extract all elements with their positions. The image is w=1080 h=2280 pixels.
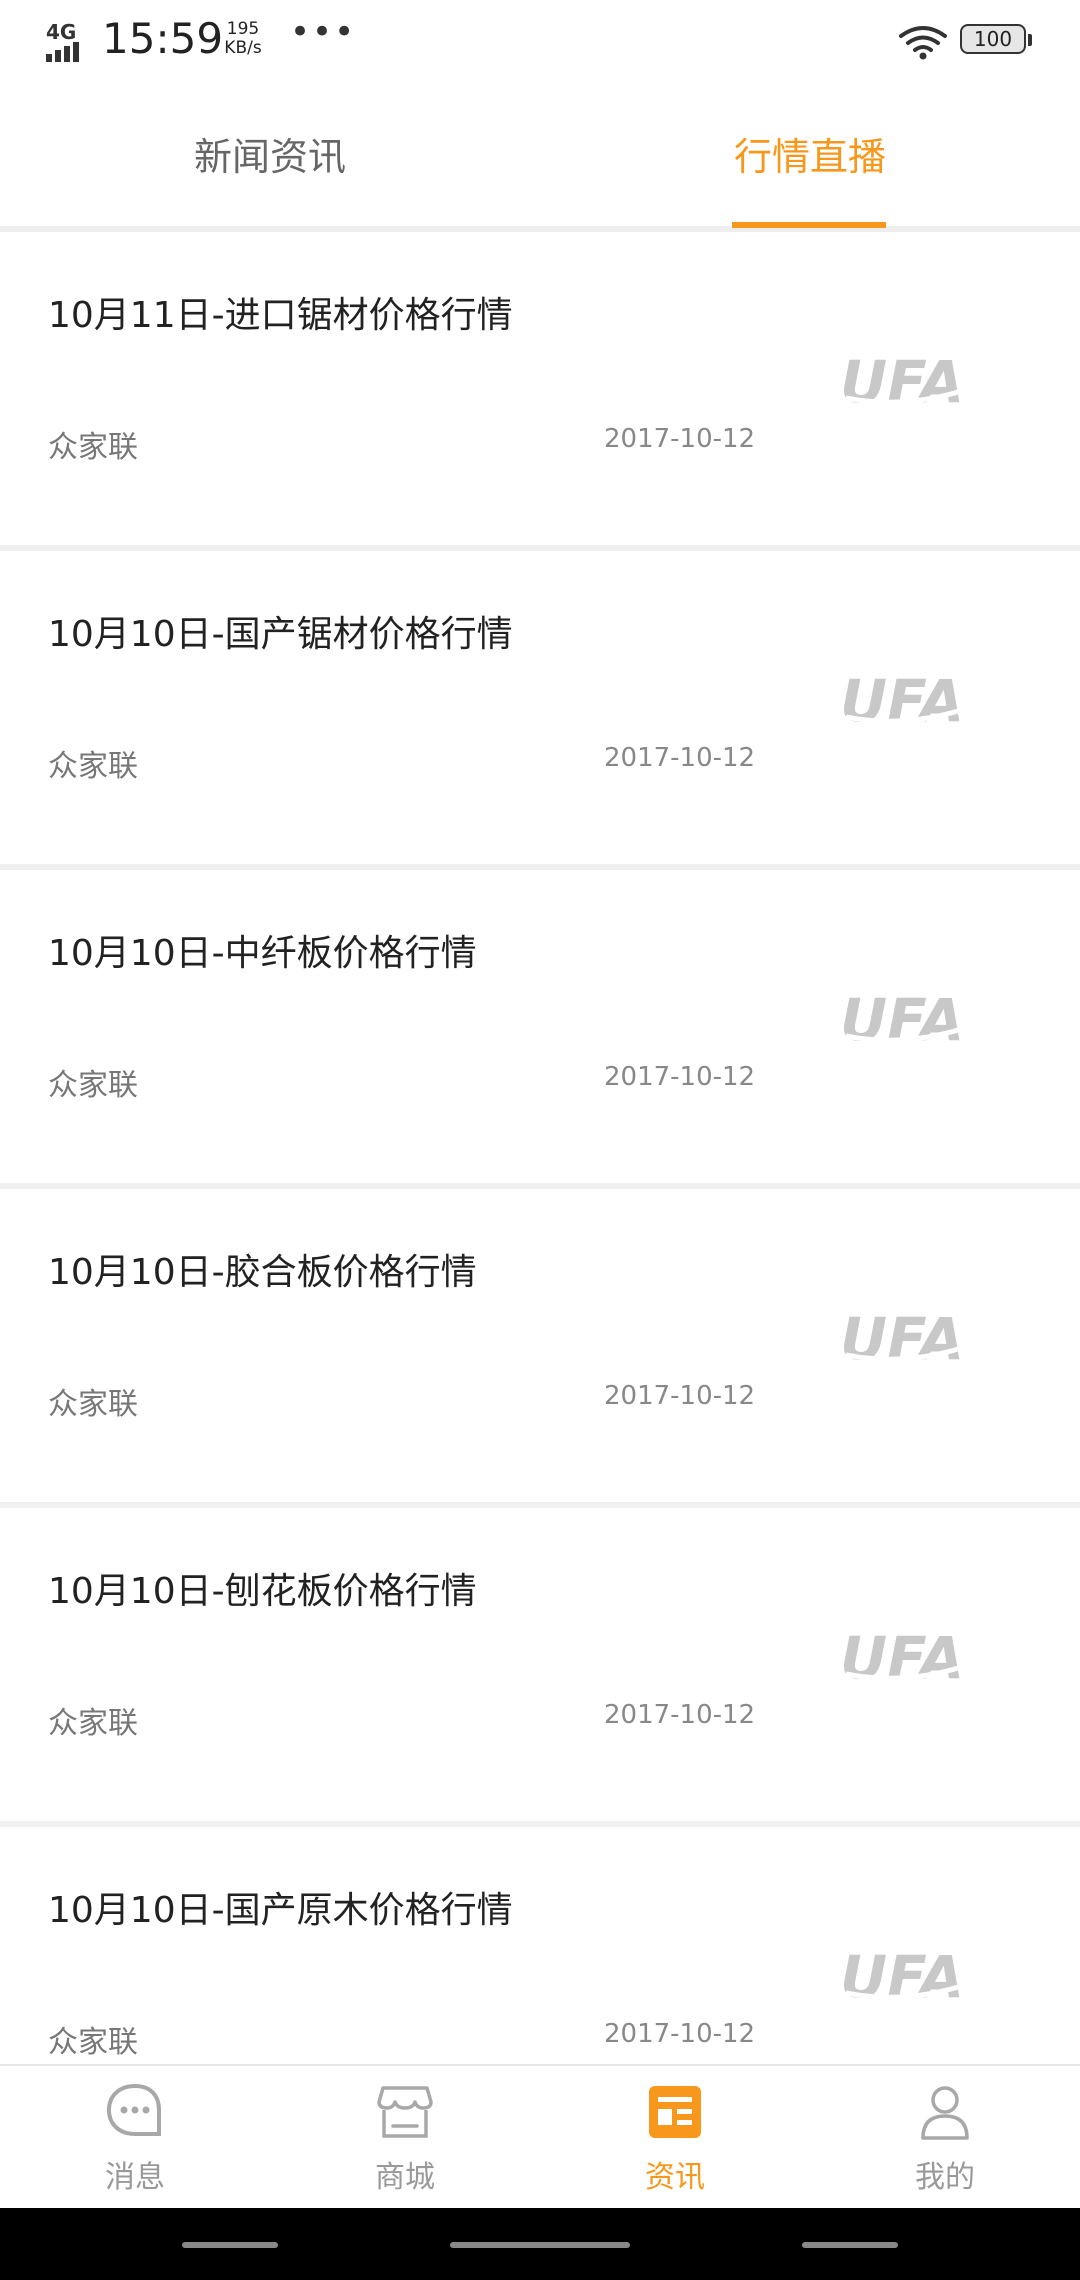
thumb-text: UFA <box>840 669 964 735</box>
item-title: 10月10日-刨花板价格行情 <box>48 1571 477 1612</box>
store-icon <box>377 2086 433 2138</box>
item-date: 2017-10-12 <box>604 1381 756 1411</box>
item-date: 2017-10-12 <box>604 1062 756 1092</box>
gesture-back-handle[interactable] <box>182 2242 278 2248</box>
battery-level: 100 <box>973 27 1013 51</box>
item-date: 2017-10-12 <box>604 424 756 454</box>
news-icon <box>649 2086 701 2138</box>
list-item[interactable]: 10月10日-刨花板价格行情 众家联 2017-10-12 UFA <box>0 1508 1080 1821</box>
ufa-logo-thumbnail: UFA <box>840 1307 993 1373</box>
list-item[interactable]: 10月11日-进口锯材价格行情 众家联 2017-10-12 UFA <box>0 232 1080 545</box>
nav-news[interactable]: 资讯 <box>540 2066 810 2208</box>
system-navigation-bar <box>0 2208 1080 2280</box>
active-tab-indicator <box>732 222 886 228</box>
nav-messages[interactable]: 消息 <box>0 2066 270 2208</box>
item-title: 10月10日-中纤板价格行情 <box>48 933 477 974</box>
item-source: 众家联 <box>48 2025 138 2060</box>
ufa-logo-thumbnail: UFA <box>840 1945 993 2011</box>
thumb-text: UFA <box>840 1945 964 2011</box>
person-icon <box>921 2086 969 2140</box>
item-date: 2017-10-12 <box>604 743 756 773</box>
clock: 15:59 <box>102 14 224 63</box>
ufa-logo-thumbnail: UFA <box>840 350 993 416</box>
ufa-logo-thumbnail: UFA <box>840 1626 993 1692</box>
item-title: 10月10日-国产原木价格行情 <box>48 1890 513 1931</box>
tab-news[interactable]: 新闻资讯 <box>194 126 346 181</box>
nav-label: 消息 <box>105 2160 165 2195</box>
item-date: 2017-10-12 <box>604 1700 756 1730</box>
network-speed-value: 195 <box>226 19 260 39</box>
more-notifications-icon: ••• <box>290 12 357 52</box>
gesture-recents-handle[interactable] <box>802 2242 898 2248</box>
chat-bubble-icon <box>106 2083 161 2136</box>
screen: 4G 15:59 195 KB/s ••• 100 新闻资讯 行情直播 10月1… <box>0 0 1080 2280</box>
item-source: 众家联 <box>48 749 138 784</box>
gesture-home-handle[interactable] <box>450 2242 630 2248</box>
thumb-text: UFA <box>840 988 964 1054</box>
item-title: 10月10日-国产锯材价格行情 <box>48 614 513 655</box>
network-type: 4G <box>46 20 77 44</box>
top-tabs: 新闻资讯 行情直播 <box>0 86 1080 232</box>
item-title: 10月10日-胶合板价格行情 <box>48 1252 477 1293</box>
item-source: 众家联 <box>48 1068 138 1103</box>
thumb-text: UFA <box>840 1307 964 1373</box>
item-source: 众家联 <box>48 430 138 465</box>
list-item[interactable]: 10月10日-国产锯材价格行情 众家联 2017-10-12 UFA <box>0 551 1080 864</box>
thumb-text: UFA <box>840 350 964 416</box>
item-source: 众家联 <box>48 1706 138 1741</box>
item-date: 2017-10-12 <box>604 2019 756 2049</box>
nav-store[interactable]: 商城 <box>270 2066 540 2208</box>
signal-icon: 4G <box>46 20 92 62</box>
list-item[interactable]: 10月10日-中纤板价格行情 众家联 2017-10-12 UFA <box>0 870 1080 1183</box>
thumb-text: UFA <box>840 1626 964 1692</box>
nav-label: 我的 <box>915 2160 975 2195</box>
wifi-icon <box>899 26 947 60</box>
ufa-logo-thumbnail: UFA <box>840 669 993 735</box>
list-item[interactable]: 10月10日-胶合板价格行情 众家联 2017-10-12 UFA <box>0 1189 1080 1502</box>
nav-profile[interactable]: 我的 <box>810 2066 1080 2208</box>
ufa-logo-thumbnail: UFA <box>840 988 993 1054</box>
item-source: 众家联 <box>48 1387 138 1422</box>
news-list[interactable]: 10月11日-进口锯材价格行情 众家联 2017-10-12 UFA 10月10… <box>0 232 1080 2064</box>
network-speed: 195 KB/s <box>218 20 268 58</box>
list-item[interactable]: 10月10日-国产原木价格行情 众家联 2017-10-12 UFA <box>0 1827 1080 2064</box>
status-bar: 4G 15:59 195 KB/s ••• 100 <box>0 0 1080 86</box>
tab-market-live[interactable]: 行情直播 <box>734 126 886 181</box>
nav-label: 商城 <box>375 2160 435 2195</box>
network-speed-unit: KB/s <box>224 38 262 58</box>
battery-icon: 100 <box>960 24 1032 58</box>
nav-label: 资讯 <box>645 2160 705 2195</box>
bottom-nav: 消息 商城 资讯 我的 <box>0 2064 1080 2208</box>
item-title: 10月11日-进口锯材价格行情 <box>48 295 513 336</box>
